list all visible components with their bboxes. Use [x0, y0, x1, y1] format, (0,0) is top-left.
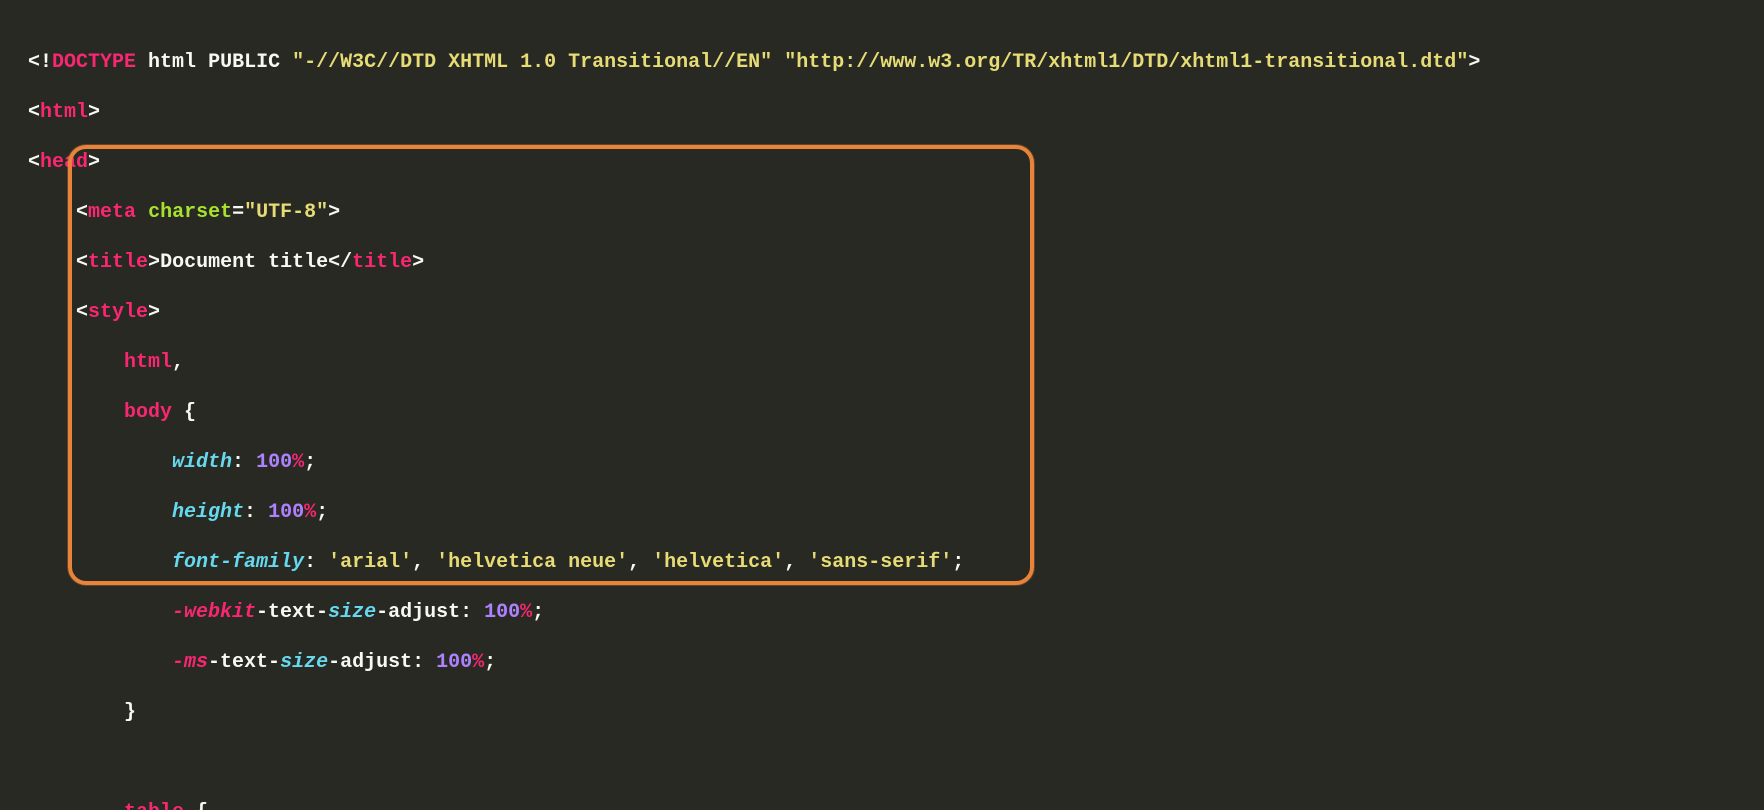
code-line: <html> [28, 100, 1736, 125]
code-line: table { [28, 800, 1736, 810]
code-line: <style> [28, 300, 1736, 325]
code-line: body { [28, 400, 1736, 425]
code-line: -ms-text-size-adjust: 100%; [28, 650, 1736, 675]
code-line [28, 750, 1736, 775]
code-line: <head> [28, 150, 1736, 175]
code-editor[interactable]: <!DOCTYPE html PUBLIC "-//W3C//DTD XHTML… [0, 0, 1764, 810]
code-line: -webkit-text-size-adjust: 100%; [28, 600, 1736, 625]
code-line: width: 100%; [28, 450, 1736, 475]
code-line: <meta charset="UTF-8"> [28, 200, 1736, 225]
code-line: <title>Document title</title> [28, 250, 1736, 275]
code-line: html, [28, 350, 1736, 375]
code-line: height: 100%; [28, 500, 1736, 525]
code-line: <!DOCTYPE html PUBLIC "-//W3C//DTD XHTML… [28, 50, 1736, 75]
code-line: } [28, 700, 1736, 725]
code-line: font-family: 'arial', 'helvetica neue', … [28, 550, 1736, 575]
